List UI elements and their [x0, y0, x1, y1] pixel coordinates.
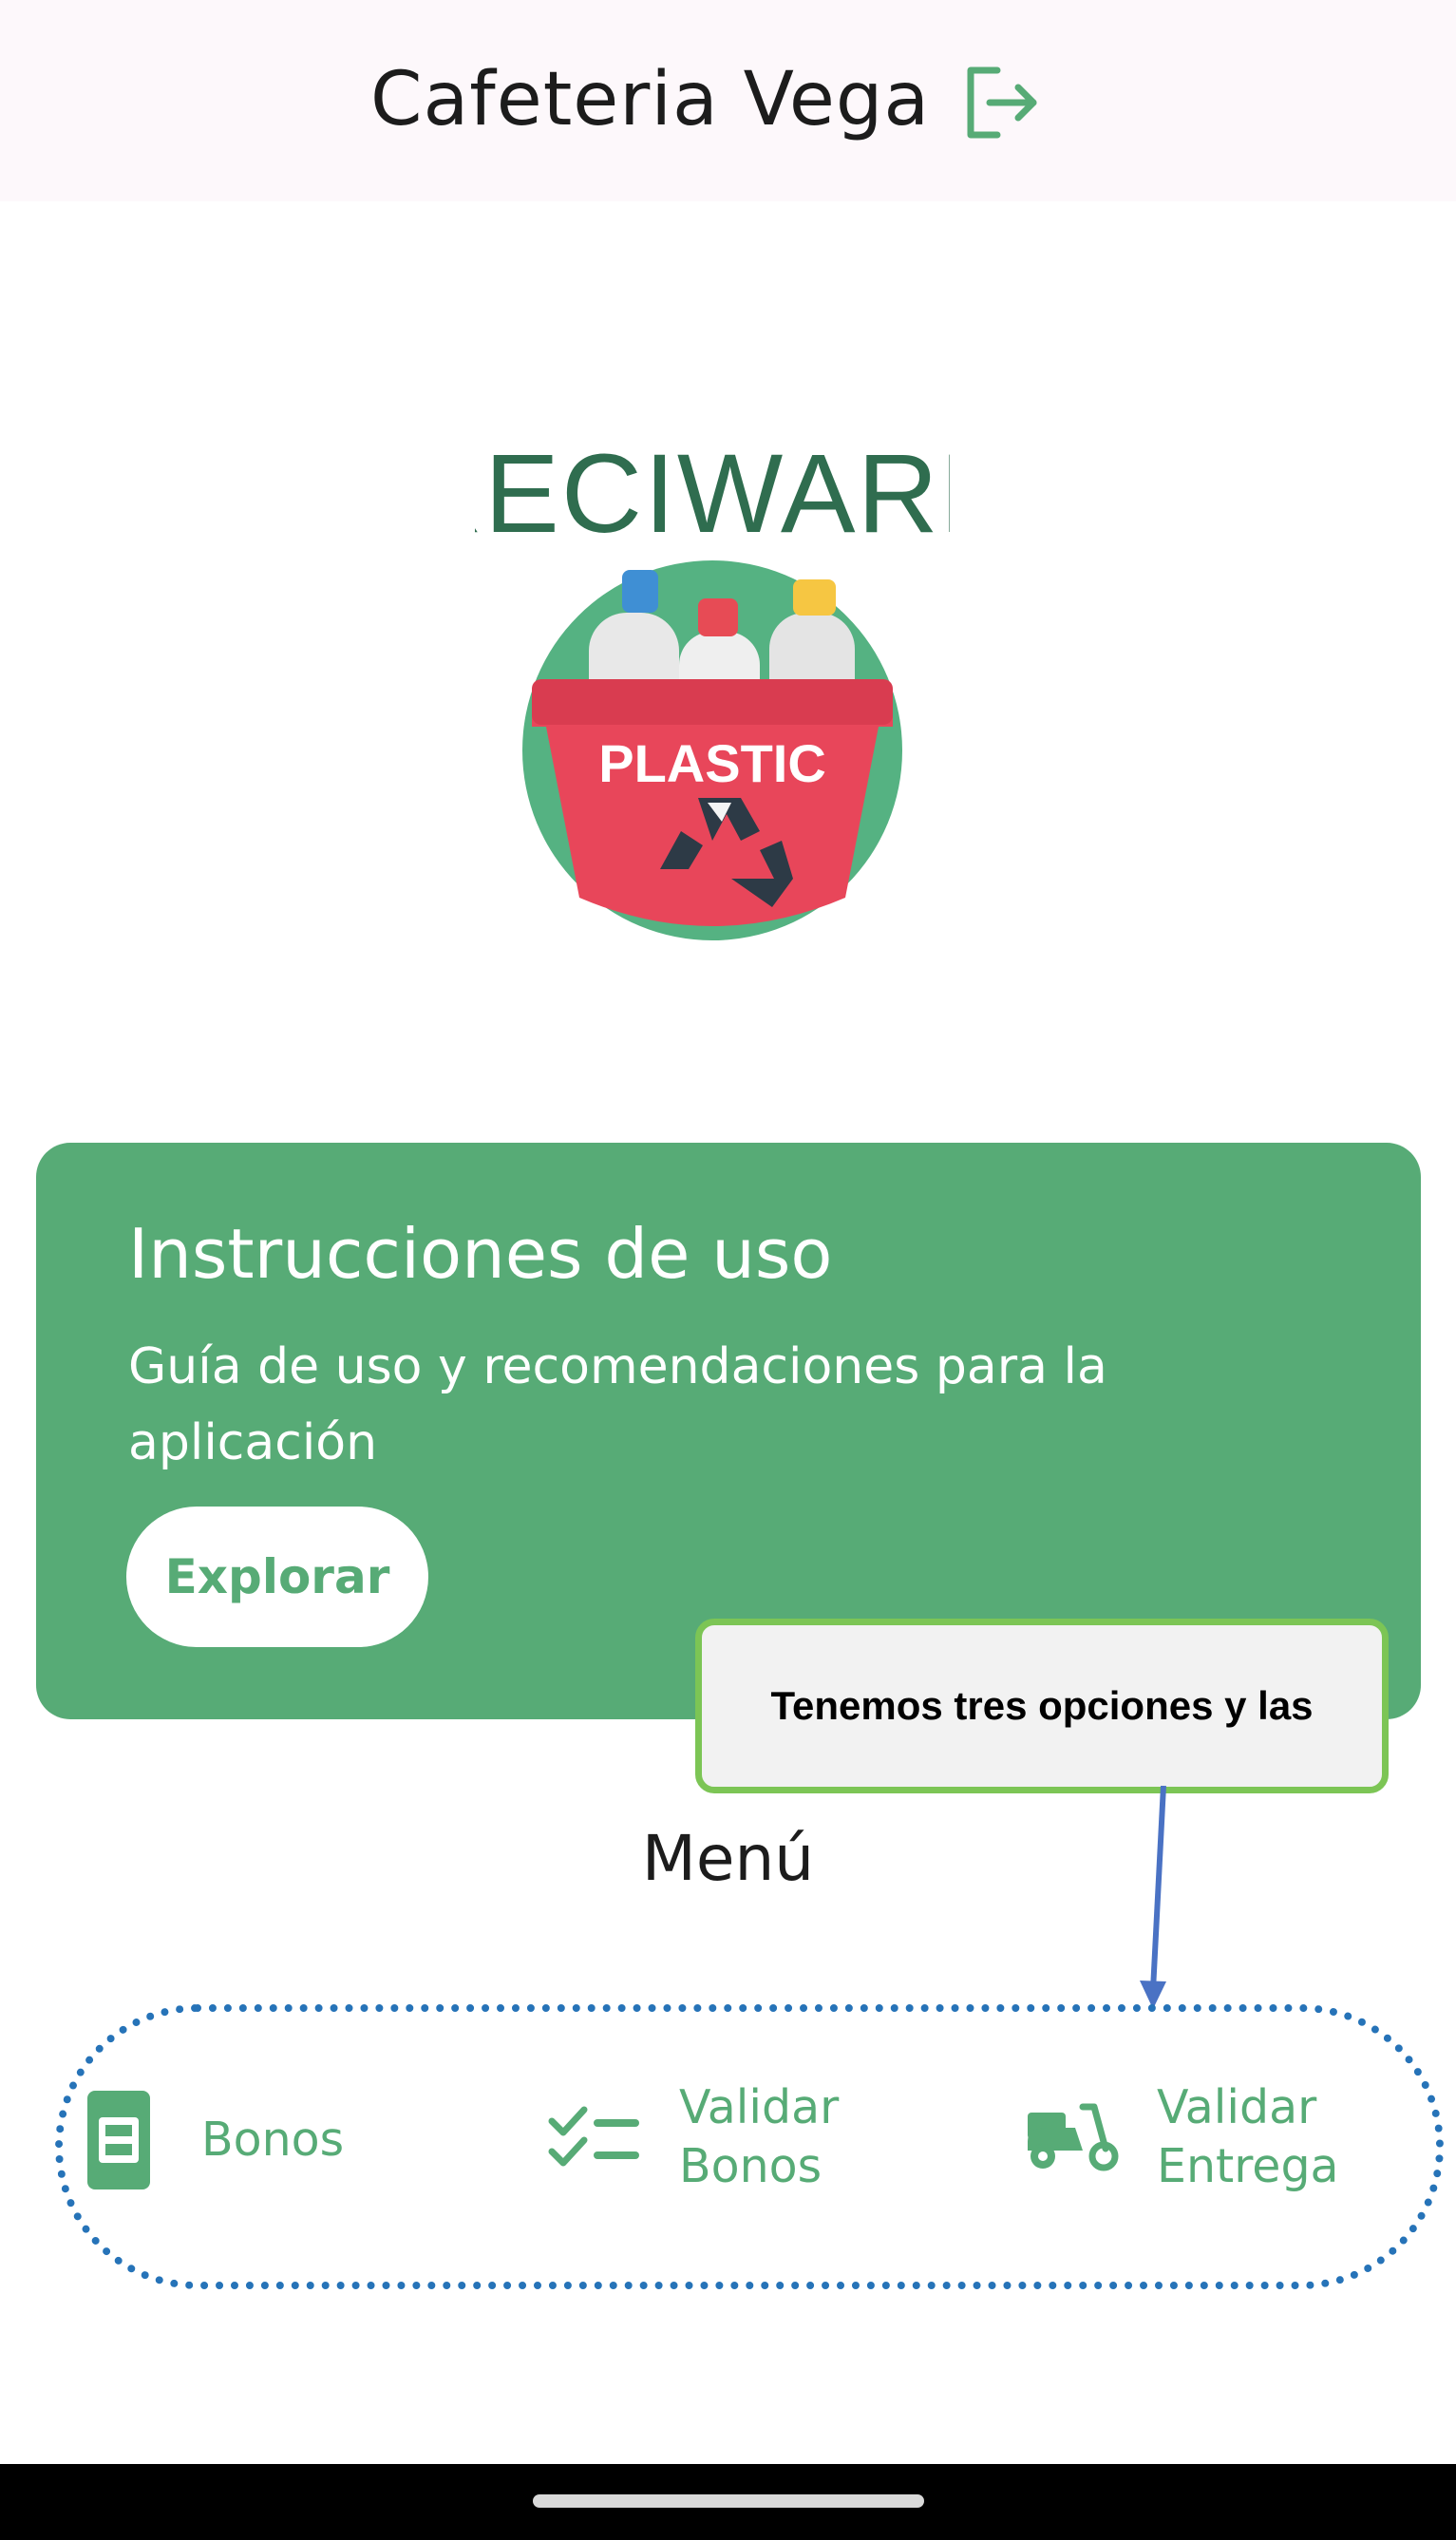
app-header: Cafeteria Vega [0, 0, 1456, 201]
menu-item-validar-bonos[interactable]: Validar Bonos [546, 2080, 839, 2194]
callout-text: Tenemos tres opciones y las [770, 1683, 1314, 1728]
brand-text: RECIWARD [475, 431, 950, 549]
plastic-recycling-bin-logo: PLASTIC [522, 560, 902, 940]
ticket-icon [87, 2091, 150, 2189]
menu-item-label: Bonos [201, 2113, 345, 2167]
annotation-callout: Tenemos tres opciones y las [695, 1619, 1389, 1793]
menu-item-validar-entrega[interactable]: Validar Entrega [1024, 2080, 1339, 2194]
menu-title: Menú [641, 1822, 815, 1895]
menu-item-label: Validar Bonos [679, 2080, 840, 2193]
card-subtitle: Guía de uso y recomendaciones para la ap… [128, 1338, 1107, 1471]
annotation-arrow [1140, 1786, 1166, 2009]
scooter-icon [1028, 2103, 1119, 2171]
menu-item-label: Validar Entrega [1157, 2080, 1339, 2193]
explore-button[interactable]: Explorar [126, 1507, 428, 1647]
card-title: Instrucciones de uso [128, 1214, 833, 1294]
header-title: Cafeteria Vega [370, 57, 931, 142]
menu-item-bonos[interactable]: Bonos [85, 2086, 344, 2194]
reciward-logo-text: RECIWARD [475, 431, 950, 549]
system-nav-bar [0, 2464, 1456, 2540]
bucket-text: PLASTIC [598, 733, 826, 793]
checklist-icon [548, 2106, 639, 2167]
home-indicator[interactable] [533, 2494, 924, 2508]
logout-icon[interactable] [961, 63, 1041, 142]
